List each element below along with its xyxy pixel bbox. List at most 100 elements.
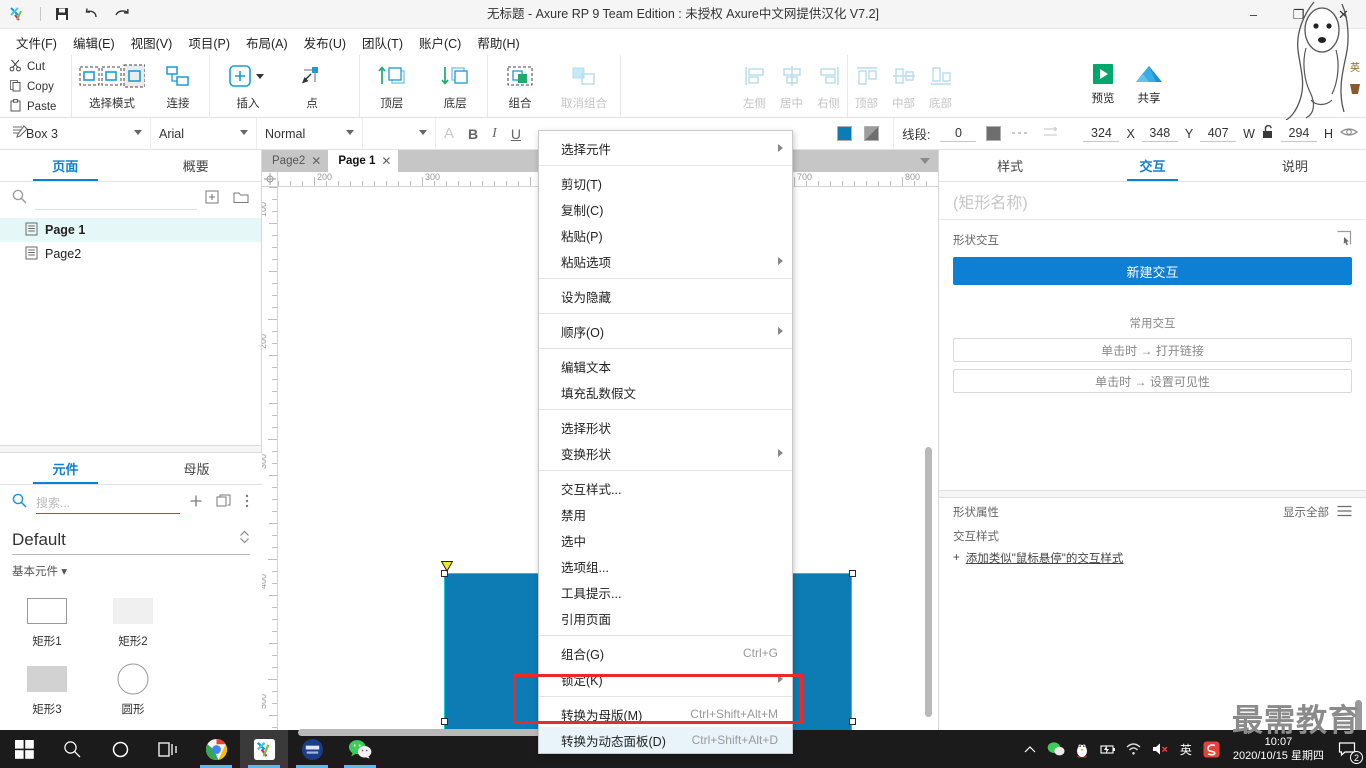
ctx-transform-shape[interactable]: 变换形状 [539,440,792,466]
menu-file[interactable]: 文件(F) [8,30,65,55]
tab-masters[interactable]: 母版 [131,453,262,484]
underline-button[interactable]: U [511,126,521,142]
undo-icon[interactable] [77,2,107,27]
tray-ime-icon[interactable]: 英 [1173,741,1199,758]
ctx-disable[interactable]: 禁用 [539,501,792,527]
bring-front-button[interactable]: 顶层 [360,55,424,115]
restore-button[interactable]: ❐ [1276,0,1321,29]
pages-search-input[interactable] [35,188,197,210]
add-interaction-style-row[interactable]: + 添加类似"鼠标悬停"的交互样式 [939,546,1366,570]
ctx-copy[interactable]: 复制(C) [539,196,792,222]
library-item-rect1[interactable]: 矩形1 [4,587,90,655]
search-icon[interactable] [12,493,27,513]
tray-wechat-icon[interactable] [1043,741,1069,757]
page-item-page1[interactable]: Page 1 [0,218,261,242]
ctx-select-shape[interactable]: 选择形状 [539,414,792,440]
taskbar-clock[interactable]: 10:07 2020/10/15 星期四 [1225,735,1332,763]
fill-color-swatch[interactable] [836,126,852,141]
library-item-rect2[interactable]: 矩形2 [90,587,176,655]
page-item-page2[interactable]: Page2 [0,242,261,266]
library-category[interactable]: 基本元件 ▾ [0,555,262,581]
save-icon[interactable] [47,2,77,27]
select-target-icon[interactable] [1336,230,1352,249]
rotate-handle-icon[interactable] [440,559,454,572]
h-input[interactable]: 294 [1280,126,1317,142]
tray-wifi-icon[interactable] [1121,742,1147,756]
tray-battery-icon[interactable] [1095,743,1121,756]
x-input[interactable]: 324 [1083,126,1120,142]
tab-widgets[interactable]: 元件 [0,453,131,484]
tray-volume-muted-icon[interactable] [1147,742,1173,756]
send-back-button[interactable]: 底层 [424,55,488,115]
ctx-select-widget[interactable]: 选择元件 [539,135,792,161]
close-icon[interactable]: ✕ [311,154,321,168]
font-style-select[interactable]: Normal [257,117,363,150]
right-panel-splitter[interactable] [939,490,1366,498]
line-width-input[interactable]: 0 [940,126,977,142]
ctx-interaction-style[interactable]: 交互样式... [539,475,792,501]
menu-layout[interactable]: 布局(A) [238,30,296,55]
add-folder-icon[interactable] [233,190,249,209]
tray-qq-penguin-icon[interactable] [1069,740,1095,758]
axure-taskbar-item[interactable] [240,730,288,768]
start-button[interactable] [0,730,48,768]
duplicate-icon[interactable] [216,494,231,513]
search-icon[interactable] [12,189,27,209]
ctx-paste[interactable]: 粘贴(P) [539,222,792,248]
point-button[interactable]: 点 [286,55,338,115]
ctx-fill-lorem[interactable]: 填充乱数假文 [539,379,792,405]
ctx-reference-page[interactable]: 引用页面 [539,605,792,631]
show-all-link[interactable]: 显示全部 [1283,504,1329,520]
menu-project[interactable]: 项目(P) [180,30,238,55]
group-button[interactable]: 组合 [488,55,552,115]
preview-button[interactable]: 预览 [1080,55,1126,115]
common-interaction-set-visibility[interactable]: 单击时 → 设置可见性 [953,369,1352,393]
canvas-tab-page2[interactable]: Page2 ✕ [262,150,329,172]
line-style-icon[interactable] [1011,127,1031,141]
ctx-convert-to-master[interactable]: 转换为母版(M) Ctrl+Shift+Alt+M [539,701,792,727]
tab-pages[interactable]: 页面 [0,150,131,181]
add-interaction-style-link[interactable]: 添加类似"鼠标悬停"的交互样式 [966,550,1124,566]
left-panel-splitter[interactable] [0,445,261,453]
text-color-icon[interactable]: A [444,125,454,142]
tab-outline[interactable]: 概要 [131,150,262,181]
shadow-color-swatch[interactable] [863,126,879,141]
ctx-order[interactable]: 顺序(O) [539,318,792,344]
connect-button[interactable]: 连接 [152,55,204,115]
tab-style[interactable]: 样式 [939,150,1081,181]
select-mode-button[interactable]: 选择模式 [72,55,152,115]
menu-team[interactable]: 团队(T) [354,30,411,55]
ctx-paste-options[interactable]: 粘贴选项 [539,248,792,274]
cut-button[interactable]: Cut [0,57,71,77]
ctx-tooltip[interactable]: 工具提示... [539,579,792,605]
line-color-swatch[interactable] [986,126,1002,141]
menu-edit[interactable]: 编辑(E) [65,30,123,55]
share-button[interactable]: 共享 [1126,55,1172,115]
library-item-rect3[interactable]: 矩形3 [4,655,90,723]
tab-interactions[interactable]: 交互 [1081,150,1223,181]
add-page-icon[interactable] [205,190,219,209]
insert-button[interactable]: 插入 [210,55,286,115]
ctx-selected[interactable]: 选中 [539,527,792,553]
eye-icon[interactable] [1340,126,1358,141]
common-interaction-open-link[interactable]: 单击时 → 打开链接 [953,338,1352,362]
ctx-edit-text[interactable]: 编辑文本 [539,353,792,379]
chrome-taskbar-item[interactable] [192,730,240,768]
paste-button[interactable]: Paste [0,97,71,117]
library-search-input[interactable]: 搜索... [36,492,180,514]
task-view-button[interactable] [144,730,192,768]
redo-icon[interactable] [107,2,137,27]
canvas-tab-page1[interactable]: Page 1 ✕ [328,150,399,172]
ruler-origin[interactable] [262,172,278,187]
selection-handle-tr[interactable] [849,570,856,577]
font-size-select[interactable] [363,117,436,150]
ctx-set-hidden[interactable]: 设为隐藏 [539,283,792,309]
close-icon[interactable]: ✕ [381,154,391,168]
menu-view[interactable]: 视图(V) [123,30,181,55]
hamburger-icon[interactable] [1337,505,1352,520]
ctx-group[interactable]: 组合(G) Ctrl+G [539,640,792,666]
ctx-option-group[interactable]: 选项组... [539,553,792,579]
more-vertical-icon[interactable] [244,493,250,514]
menu-publish[interactable]: 发布(U) [296,30,354,55]
library-select[interactable]: Default [12,525,250,555]
